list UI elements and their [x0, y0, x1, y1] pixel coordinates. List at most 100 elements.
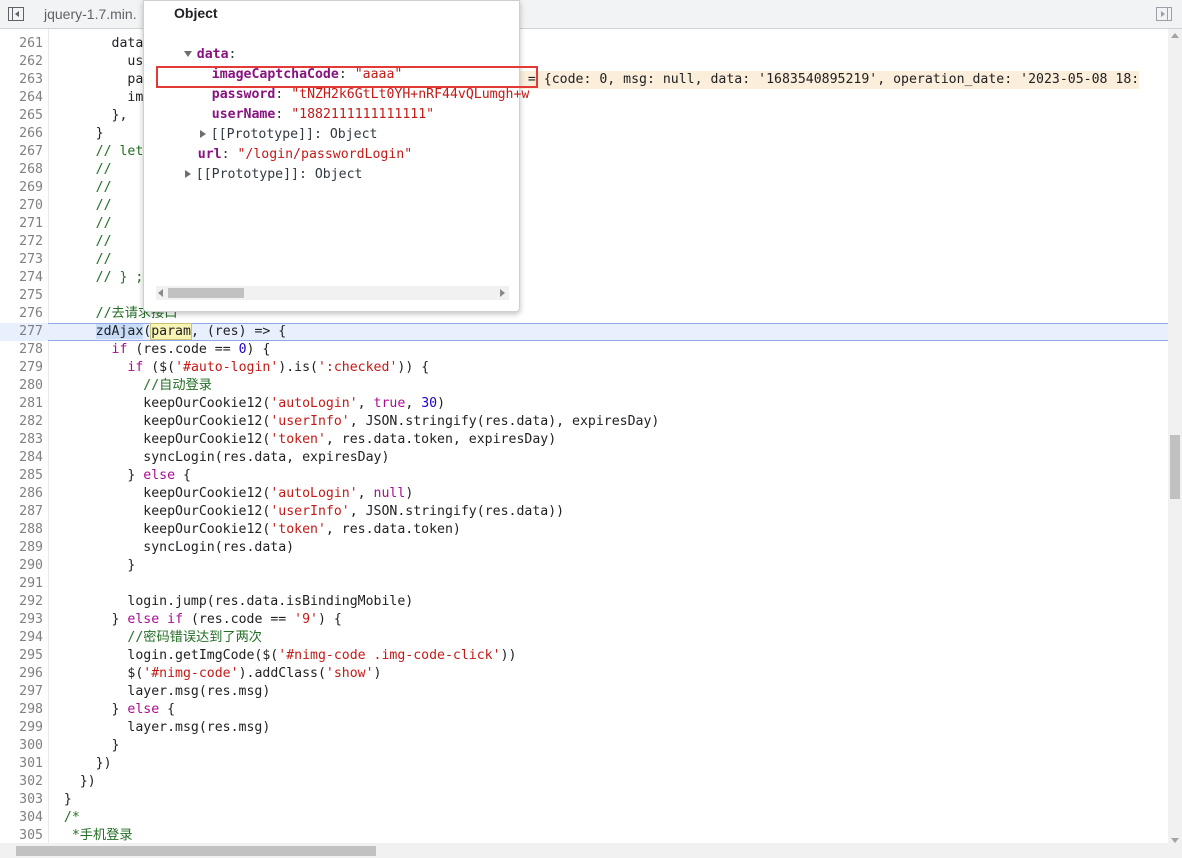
- code-line[interactable]: 286 keepOurCookie12('autoLogin', null): [0, 485, 1168, 503]
- code-line[interactable]: 297 layer.msg(res.msg): [0, 683, 1168, 701]
- code-text: keepOurCookie12('autoLogin', null): [48, 486, 414, 501]
- horizontal-scrollbar-thumb[interactable]: [16, 846, 376, 856]
- code-line[interactable]: 288 keepOurCookie12('token', res.data.to…: [0, 521, 1168, 539]
- line-number[interactable]: 286: [0, 485, 43, 503]
- line-number[interactable]: 287: [0, 503, 43, 521]
- toggle-navigator-icon[interactable]: [8, 7, 24, 21]
- line-number[interactable]: 277: [0, 323, 43, 341]
- toggle-debugger-icon[interactable]: [1156, 7, 1172, 21]
- code-text: //: [95, 216, 112, 231]
- code-line[interactable]: 303 }: [0, 791, 1168, 809]
- line-number[interactable]: 283: [0, 431, 43, 449]
- line-number[interactable]: 292: [0, 593, 43, 611]
- code-line[interactable]: 292 login.jump(res.data.isBindingMobile): [0, 593, 1168, 611]
- code-line[interactable]: 294 //密码错误达到了两次: [0, 629, 1168, 647]
- code-text: //: [95, 234, 112, 249]
- line-number[interactable]: 278: [0, 341, 43, 359]
- scroll-right-arrow-icon[interactable]: [500, 289, 505, 297]
- line-number[interactable]: 298: [0, 701, 43, 719]
- code-line[interactable]: 296 $('#nimg-code').addClass('show'): [0, 665, 1168, 683]
- code-text: layer.msg(res.msg): [48, 720, 271, 735]
- line-number[interactable]: 304: [0, 809, 43, 827]
- code-text: },: [48, 108, 128, 123]
- line-number[interactable]: 302: [0, 773, 43, 791]
- popover-horizontal-scrollbar[interactable]: [156, 286, 509, 300]
- line-number[interactable]: 300: [0, 737, 43, 755]
- line-number[interactable]: 272: [0, 233, 43, 251]
- line-number[interactable]: 293: [0, 611, 43, 629]
- line-number[interactable]: 265: [0, 107, 43, 125]
- scroll-up-arrow-icon[interactable]: [1171, 33, 1179, 38]
- horizontal-scrollbar[interactable]: [0, 843, 1182, 858]
- line-number[interactable]: 276: [0, 305, 43, 323]
- line-number[interactable]: 279: [0, 359, 43, 377]
- line-number[interactable]: 280: [0, 377, 43, 395]
- code-line[interactable]: 291: [0, 575, 1168, 593]
- code-line[interactable]: 290 }: [0, 557, 1168, 575]
- code-line[interactable]: 282 keepOurCookie12('userInfo', JSON.str…: [0, 413, 1168, 431]
- code-line[interactable]: 285 } else {: [0, 467, 1168, 485]
- line-number[interactable]: 299: [0, 719, 43, 737]
- code-line[interactable]: 277 zdAjax(param, (res) => {: [0, 323, 1168, 341]
- line-number[interactable]: 267: [0, 143, 43, 161]
- line-number[interactable]: 263: [0, 71, 43, 89]
- inner-prototype-row[interactable]: [[Prototype]]: Object: [168, 108, 378, 142]
- code-text: $('#nimg-code').addClass('show'): [48, 666, 382, 681]
- line-number[interactable]: 262: [0, 53, 43, 71]
- code-line[interactable]: 301 }): [0, 755, 1168, 773]
- vertical-scrollbar-thumb[interactable]: [1170, 435, 1180, 499]
- line-number[interactable]: 261: [0, 35, 43, 53]
- line-number[interactable]: 270: [0, 197, 43, 215]
- code-line[interactable]: 304 /*: [0, 809, 1168, 827]
- line-number[interactable]: 290: [0, 557, 43, 575]
- line-number[interactable]: 285: [0, 467, 43, 485]
- code-line[interactable]: 295 login.getImgCode($('#nimg-code .img-…: [0, 647, 1168, 665]
- line-number[interactable]: 303: [0, 791, 43, 809]
- code-line[interactable]: 283 keepOurCookie12('token', res.data.to…: [0, 431, 1168, 449]
- line-number[interactable]: 266: [0, 125, 43, 143]
- line-number[interactable]: 294: [0, 629, 43, 647]
- line-number[interactable]: 296: [0, 665, 43, 683]
- line-number[interactable]: 264: [0, 89, 43, 107]
- line-number[interactable]: 268: [0, 161, 43, 179]
- code-line[interactable]: 302 }): [0, 773, 1168, 791]
- code-line[interactable]: 299 layer.msg(res.msg): [0, 719, 1168, 737]
- line-number[interactable]: 274: [0, 269, 43, 287]
- code-line[interactable]: 279 if ($('#auto-login').is(':checked'))…: [0, 359, 1168, 377]
- code-line[interactable]: 293 } else if (res.code == '9') {: [0, 611, 1168, 629]
- vertical-scrollbar[interactable]: [1168, 29, 1182, 847]
- data-property-row[interactable]: data:: [152, 28, 236, 62]
- line-number[interactable]: 271: [0, 215, 43, 233]
- outer-prototype-row[interactable]: [[Prototype]]: Object: [153, 148, 363, 182]
- line-number[interactable]: 284: [0, 449, 43, 467]
- code-text: keepOurCookie12('userInfo', JSON.stringi…: [48, 414, 660, 429]
- popover-scrollbar-thumb[interactable]: [168, 288, 244, 298]
- code-text: if (res.code == 0) {: [111, 342, 271, 357]
- line-number[interactable]: 282: [0, 413, 43, 431]
- tab-file-name[interactable]: jquery-1.7.min.: [44, 6, 137, 22]
- line-number[interactable]: 288: [0, 521, 43, 539]
- line-number[interactable]: 295: [0, 647, 43, 665]
- code-text: login.jump(res.data.isBindingMobile): [48, 594, 414, 609]
- line-number[interactable]: 301: [0, 755, 43, 773]
- line-number[interactable]: 281: [0, 395, 43, 413]
- line-number[interactable]: 275: [0, 287, 43, 305]
- code-line[interactable]: 300 }: [0, 737, 1168, 755]
- line-number[interactable]: 289: [0, 539, 43, 557]
- code-line[interactable]: 281 keepOurCookie12('autoLogin', true, 3…: [0, 395, 1168, 413]
- line-number[interactable]: 297: [0, 683, 43, 701]
- line-number[interactable]: 291: [0, 575, 43, 593]
- code-text: //自动登录: [143, 378, 212, 393]
- code-line[interactable]: 289 syncLogin(res.data): [0, 539, 1168, 557]
- popover-title: Object: [174, 5, 218, 21]
- collapsed-triangle-icon[interactable]: [184, 170, 191, 178]
- line-number[interactable]: 269: [0, 179, 43, 197]
- code-line[interactable]: 298 } else {: [0, 701, 1168, 719]
- inline-evaluation-value: s = {code: 0, msg: null, data: '16835408…: [512, 71, 1140, 89]
- code-line[interactable]: 284 syncLogin(res.data, expiresDay): [0, 449, 1168, 467]
- code-line[interactable]: 278 if (res.code == 0) {: [0, 341, 1168, 359]
- line-number[interactable]: 273: [0, 251, 43, 269]
- code-line[interactable]: 287 keepOurCookie12('userInfo', JSON.str…: [0, 503, 1168, 521]
- code-line[interactable]: 280 //自动登录: [0, 377, 1168, 395]
- scroll-left-arrow-icon[interactable]: [158, 289, 163, 297]
